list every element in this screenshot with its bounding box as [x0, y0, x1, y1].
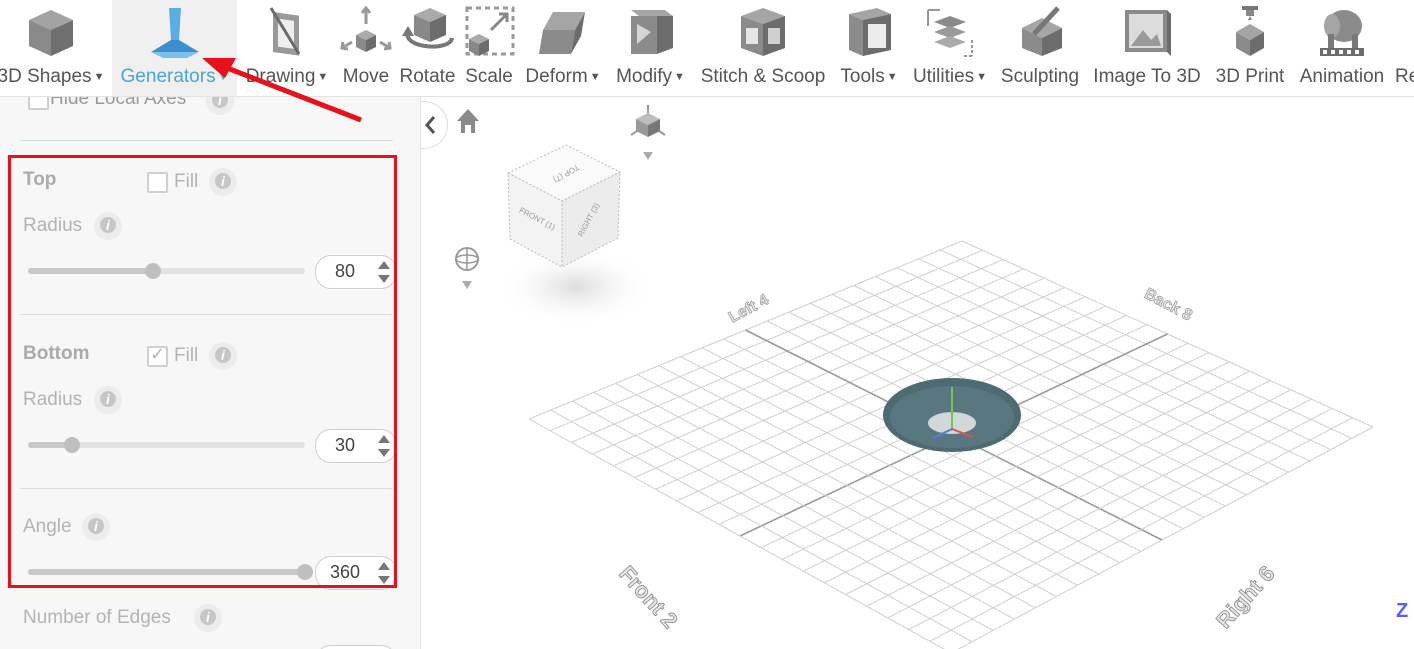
move-icon — [340, 5, 392, 52]
caret-down-icon: ▼ — [93, 71, 105, 83]
toolbar-label: Tools — [840, 66, 885, 87]
toolbar-deform[interactable]: Deform ▼ — [518, 0, 608, 96]
stitch-scoop-icon — [741, 8, 785, 56]
caret-down-icon: ▼ — [317, 71, 329, 83]
generated-shape[interactable] — [883, 378, 1021, 452]
toolbar-drawing[interactable]: Drawing ▼ — [237, 0, 337, 96]
hide-local-axes-checkbox[interactable] — [28, 97, 49, 110]
view-cube[interactable]: TOP (7) FRONT (1) RIGHT (3) — [496, 144, 656, 327]
toolbar-label: Utilities — [912, 66, 975, 87]
grid-line — [929, 417, 1353, 642]
ground-label-back: Back 8 — [1141, 285, 1195, 324]
toolbar-label: Animation — [1299, 66, 1385, 87]
caret-down-icon: ▼ — [589, 71, 601, 83]
toolbar-overflow-item[interactable]: Re — [1393, 0, 1414, 96]
toolbar-label: Stitch & Scoop — [700, 66, 826, 87]
toolbar-label: Drawing — [245, 66, 316, 87]
animation-icon — [1320, 10, 1364, 56]
toolbar-modify[interactable]: Modify ▼ — [608, 0, 693, 96]
sculpting-icon — [1022, 6, 1062, 56]
info-icon[interactable] — [206, 97, 234, 115]
toolbar-generators[interactable]: Generators ▼ — [112, 0, 237, 96]
toolbar-label: 3D Shapes — [0, 66, 92, 87]
caret-down-icon: ▼ — [674, 71, 685, 83]
toolbar-stitch-scoop[interactable]: Stitch & Scoop — [693, 0, 833, 96]
highlight-box — [8, 155, 397, 588]
grid-line — [550, 409, 973, 643]
orbit-icon[interactable] — [455, 247, 479, 289]
toolbar-scale[interactable]: Scale — [460, 0, 518, 96]
info-icon[interactable] — [194, 604, 222, 632]
3d-print-icon — [1236, 6, 1264, 56]
drawing-icon — [269, 7, 301, 56]
toolbar-label: 3D Print — [1215, 66, 1285, 87]
caret-down-icon: ▼ — [886, 71, 898, 83]
toolbar-label: Modify — [616, 66, 673, 87]
cube-icon — [29, 10, 73, 56]
toolbar-animation[interactable]: Animation — [1291, 0, 1393, 96]
number-of-edges-stepper[interactable] — [315, 645, 397, 649]
toolbar-label: Re — [1395, 66, 1414, 87]
toolbar-rotate[interactable]: Rotate — [395, 0, 460, 96]
modify-icon — [630, 10, 673, 54]
toolbar-label: Image To 3D — [1093, 66, 1201, 87]
number-of-edges-label: Number of Edges — [23, 607, 171, 628]
toolbar-label: Sculpting — [1000, 66, 1080, 87]
3d-viewport[interactable]: TOP (7) FRONT (1) RIGHT (3) Left 4 Back … — [421, 97, 1414, 649]
tools-icon — [849, 8, 891, 56]
toolbar-sculpting[interactable]: Sculpting — [995, 0, 1085, 96]
toolbar-label: Deform — [525, 66, 588, 87]
grid-line — [957, 426, 1374, 649]
ground-label-left: Left 4 — [726, 291, 772, 326]
generator-settings-panel: Hide Local Axes Top Fill Radius 80 Botto… — [0, 97, 421, 649]
rotate-icon — [401, 8, 454, 49]
toolbar-3d-print[interactable]: 3D Print — [1209, 0, 1291, 96]
home-icon[interactable] — [457, 109, 479, 133]
deform-icon — [539, 12, 585, 54]
grid-line — [528, 418, 945, 649]
hide-local-axes-label: Hide Local Axes — [50, 97, 187, 109]
axis-corner-label: Z — [1396, 600, 1408, 622]
image-to-3d-icon — [1125, 10, 1171, 56]
utilities-icon — [927, 9, 973, 57]
toolbar-label: Generators — [120, 66, 216, 87]
generator-icon — [150, 8, 199, 58]
caret-down-icon: ▼ — [217, 71, 229, 83]
toolbar-label: Scale — [465, 66, 513, 87]
toolbar-utilities[interactable]: Utilities ▼ — [905, 0, 995, 96]
toolbar-label: Rotate — [399, 66, 456, 87]
caret-down-icon: ▼ — [976, 71, 988, 83]
view-orientation-icon[interactable] — [630, 105, 666, 160]
scale-icon — [465, 6, 515, 56]
scene-canvas: TOP (7) FRONT (1) RIGHT (3) Left 4 Back … — [455, 105, 1408, 649]
toolbar-tools[interactable]: Tools ▼ — [833, 0, 905, 96]
toolbar-move[interactable]: Move — [337, 0, 395, 96]
ground-label-front: Front 2 — [614, 561, 682, 633]
toolbar-3d-shapes[interactable]: 3D Shapes ▼ — [0, 0, 112, 96]
main-toolbar: 3D Shapes▼ Generators▼ Drawing▼ Move — [0, 0, 1414, 96]
divider — [20, 140, 393, 141]
toolbar-label: Move — [342, 66, 390, 87]
toolbar-image-to-3d[interactable]: Image To 3D — [1085, 0, 1209, 96]
ground-label-right: Right 6 — [1211, 561, 1279, 633]
